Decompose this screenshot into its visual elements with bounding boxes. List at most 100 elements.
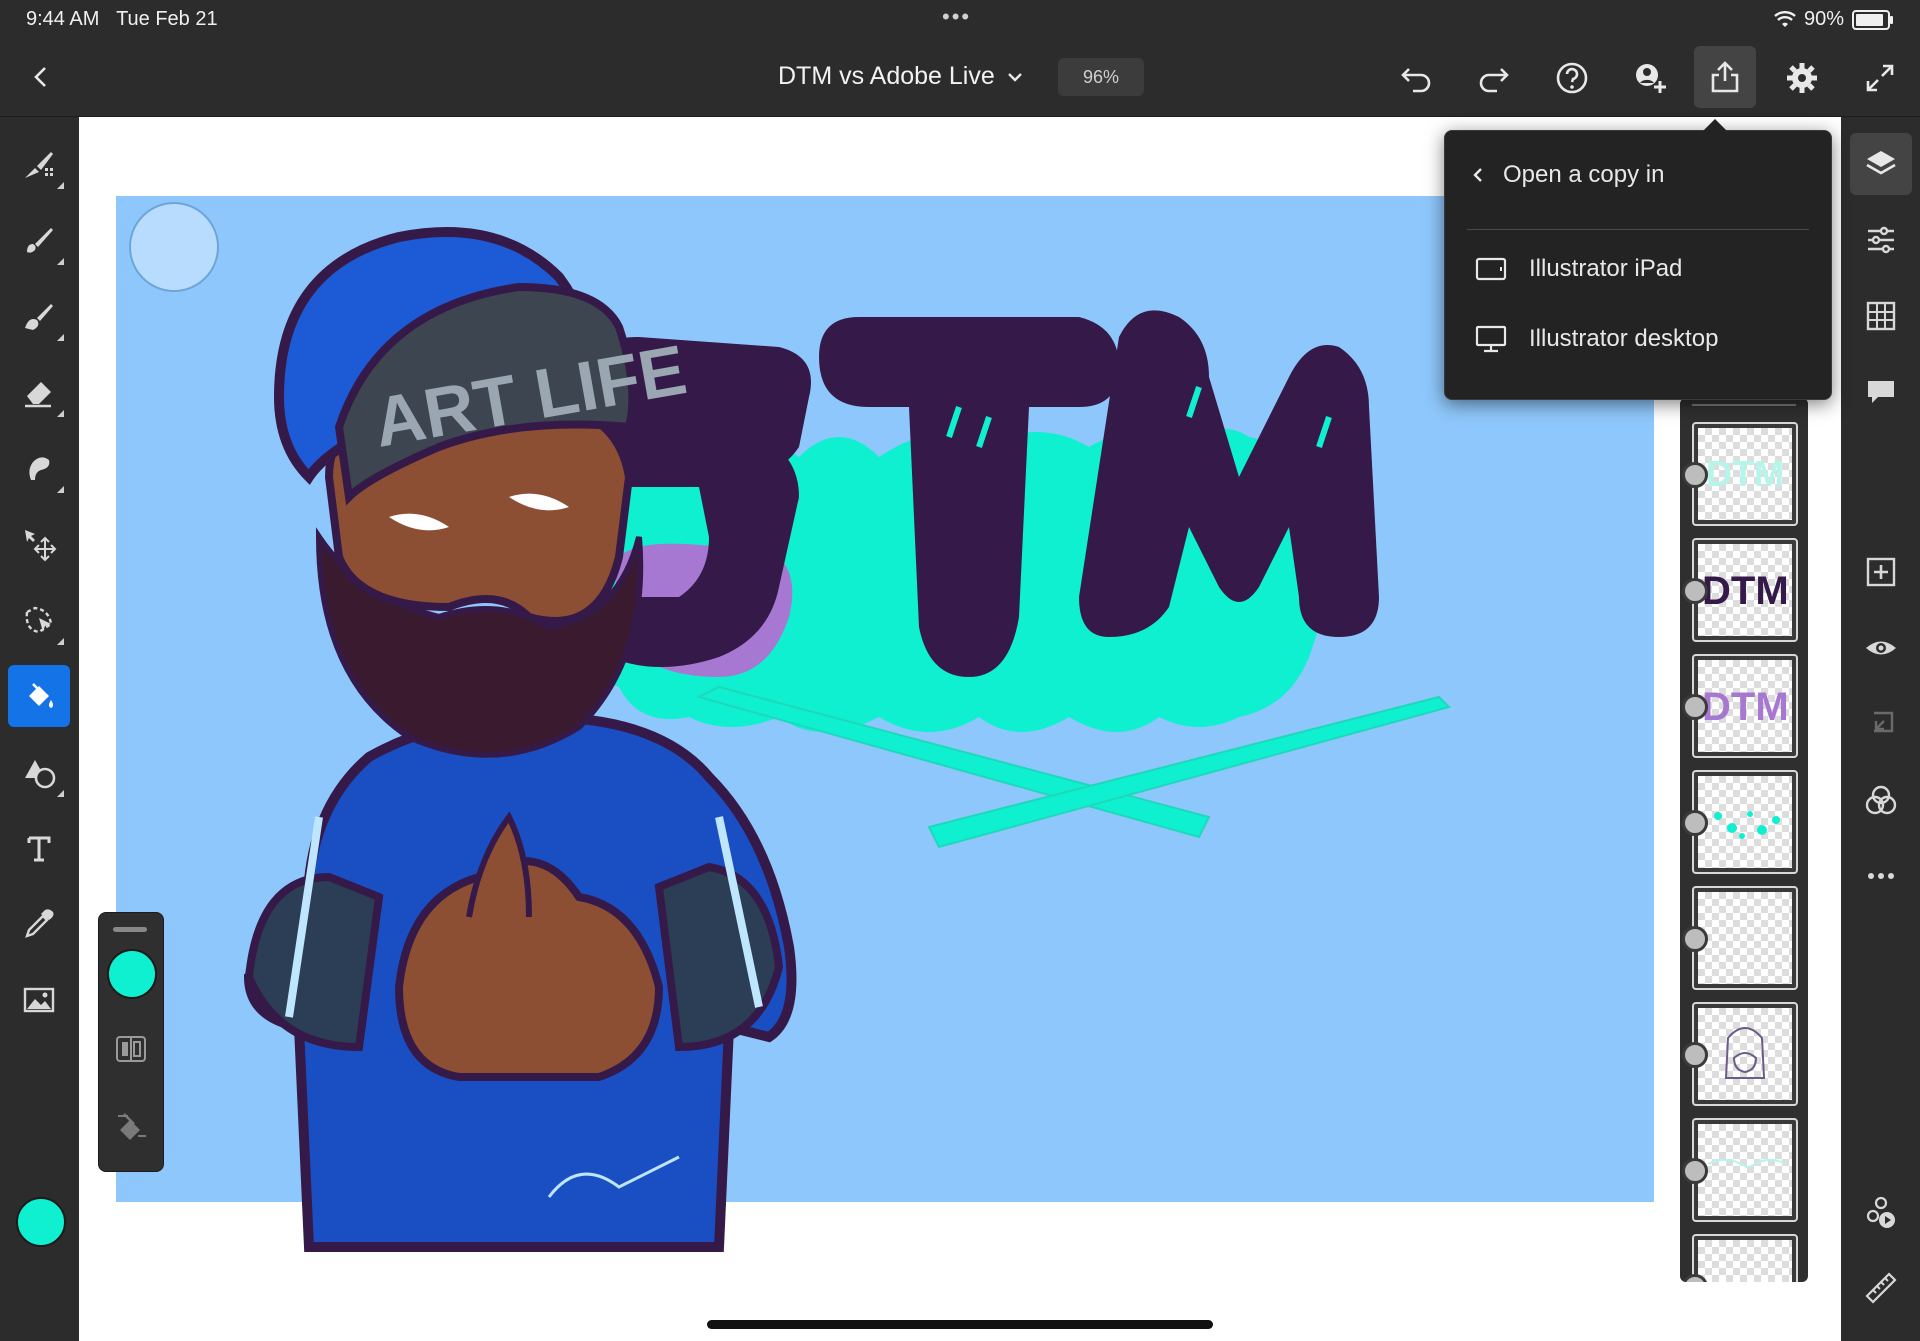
drag-handle[interactable] bbox=[113, 927, 147, 932]
image-icon bbox=[23, 987, 55, 1013]
shapes-tool[interactable] bbox=[8, 741, 70, 803]
help-button[interactable] bbox=[1548, 56, 1596, 100]
document-title: DTM vs Adobe Live bbox=[778, 62, 995, 90]
layer-thumb-8[interactable] bbox=[1682, 1234, 1798, 1282]
blend-icon bbox=[1865, 785, 1897, 815]
add-layer-button[interactable] bbox=[1850, 541, 1912, 603]
left-toolbar bbox=[0, 117, 78, 1341]
invite-button[interactable] bbox=[1626, 56, 1674, 100]
status-bar: 9:44 AM Tue Feb 21 ••• 90% bbox=[0, 0, 1920, 40]
lasso-tool[interactable] bbox=[8, 437, 70, 499]
chevron-left-icon bbox=[1473, 168, 1482, 182]
flip-button[interactable] bbox=[105, 1023, 157, 1075]
layers-button[interactable] bbox=[1850, 133, 1912, 195]
selection-tool[interactable] bbox=[8, 589, 70, 651]
layer-visibility-dot[interactable] bbox=[1682, 694, 1708, 720]
desktop-icon bbox=[1475, 325, 1507, 353]
text-tool[interactable] bbox=[8, 817, 70, 879]
menu-item-label: Illustrator desktop bbox=[1529, 325, 1719, 352]
multitask-dots[interactable]: ••• bbox=[942, 4, 971, 30]
home-indicator bbox=[707, 1320, 1213, 1329]
comments-icon bbox=[1868, 381, 1894, 403]
undo-button[interactable] bbox=[1392, 56, 1440, 100]
open-in-illustrator-desktop[interactable]: Illustrator desktop bbox=[1475, 325, 1718, 353]
layer-thumb-2[interactable]: DTM bbox=[1682, 538, 1798, 642]
smudge-brush-icon bbox=[25, 304, 53, 330]
fullscreen-icon bbox=[1866, 64, 1894, 92]
layer-visibility-dot[interactable] bbox=[1682, 1158, 1708, 1184]
touch-shortcut-bar bbox=[98, 912, 164, 1172]
eraser-tool[interactable] bbox=[8, 361, 70, 423]
lasso-icon bbox=[29, 457, 50, 480]
layers-divider bbox=[1692, 404, 1796, 406]
open-copy-back-button[interactable]: Open a copy in bbox=[1469, 161, 1664, 189]
merge-down-button[interactable] bbox=[1850, 693, 1912, 755]
layer-visibility-dot[interactable] bbox=[1682, 578, 1708, 604]
selection-icon bbox=[25, 606, 53, 634]
eyedropper-icon bbox=[25, 909, 54, 938]
layer-visibility-dot[interactable] bbox=[1682, 1042, 1708, 1068]
redo-button[interactable] bbox=[1470, 56, 1518, 100]
paint-brush-icon bbox=[27, 228, 53, 253]
layer-properties-button[interactable] bbox=[1850, 209, 1912, 271]
layer-visibility-dot[interactable] bbox=[1682, 810, 1708, 836]
quick-color-button[interactable] bbox=[107, 949, 157, 999]
layer-thumb-7[interactable] bbox=[1682, 1118, 1798, 1222]
fill-tool[interactable] bbox=[8, 665, 70, 727]
layer-visibility-dot[interactable] bbox=[1682, 926, 1708, 952]
fullscreen-button[interactable] bbox=[1856, 56, 1904, 100]
open-in-illustrator-ipad[interactable]: Illustrator iPad bbox=[1475, 255, 1682, 283]
image-tool[interactable] bbox=[8, 969, 70, 1031]
more-button[interactable] bbox=[1850, 845, 1912, 907]
wifi-icon bbox=[1774, 10, 1796, 27]
ruler-icon bbox=[1865, 1272, 1897, 1304]
comments-button[interactable] bbox=[1850, 361, 1912, 423]
zoom-level[interactable]: 96% bbox=[1058, 58, 1144, 96]
top-bar: DTM vs Adobe Live 96% bbox=[0, 40, 1920, 117]
back-icon bbox=[34, 67, 46, 87]
layer-thumb-3[interactable]: DTM bbox=[1682, 654, 1798, 758]
layers-icon bbox=[1866, 151, 1896, 175]
smudge-brush-tool[interactable] bbox=[8, 285, 70, 347]
color-picker-button[interactable] bbox=[16, 1197, 66, 1247]
transform-tool[interactable] bbox=[8, 513, 70, 575]
right-toolbar bbox=[1842, 117, 1920, 1341]
merge-icon bbox=[1874, 711, 1894, 733]
shapes-icon bbox=[25, 760, 56, 789]
timelapse-icon bbox=[1866, 1196, 1895, 1228]
battery-icon bbox=[1852, 9, 1893, 30]
layers-panel: DTM DTM DTM bbox=[1680, 398, 1808, 1282]
fill-settings-button[interactable] bbox=[105, 1101, 157, 1153]
layer-visibility-dot[interactable] bbox=[1682, 462, 1708, 488]
layer-properties-icon bbox=[1868, 226, 1894, 254]
settings-icon bbox=[1787, 63, 1817, 93]
layer-thumb-5[interactable] bbox=[1682, 886, 1798, 990]
share-button[interactable] bbox=[1694, 46, 1756, 108]
popover-heading: Open a copy in bbox=[1503, 161, 1665, 188]
visibility-button[interactable] bbox=[1850, 617, 1912, 679]
paint-brush-tool[interactable] bbox=[8, 209, 70, 271]
timelapse-button[interactable] bbox=[1850, 1181, 1912, 1243]
back-button[interactable] bbox=[26, 62, 56, 92]
grid-icon bbox=[1866, 301, 1896, 331]
layer-thumb-6[interactable] bbox=[1682, 1002, 1798, 1106]
fill-settings-icon bbox=[118, 1113, 146, 1140]
svg-text:DTM: DTM bbox=[1702, 569, 1789, 613]
eraser-icon bbox=[25, 382, 51, 408]
settings-button[interactable] bbox=[1778, 56, 1826, 100]
layer-thumb-1[interactable]: DTM bbox=[1682, 422, 1798, 526]
battery-percent: 90% bbox=[1803, 8, 1844, 30]
share-icon bbox=[1711, 61, 1739, 93]
document-title-button[interactable]: DTM vs Adobe Live bbox=[778, 62, 1025, 91]
eyedropper-tool[interactable] bbox=[8, 893, 70, 955]
help-icon bbox=[1556, 62, 1588, 94]
share-popover: Open a copy in Illustrator iPad Illustra… bbox=[1444, 119, 1832, 400]
blend-mode-button[interactable] bbox=[1850, 769, 1912, 831]
grid-button[interactable] bbox=[1850, 285, 1912, 347]
tablet-icon bbox=[1475, 257, 1507, 281]
layer-thumb-4[interactable] bbox=[1682, 770, 1798, 874]
brush-set-tool[interactable] bbox=[8, 133, 70, 195]
menu-item-label: Illustrator iPad bbox=[1529, 255, 1683, 282]
fill-icon bbox=[29, 683, 53, 708]
ruler-button[interactable] bbox=[1850, 1257, 1912, 1319]
